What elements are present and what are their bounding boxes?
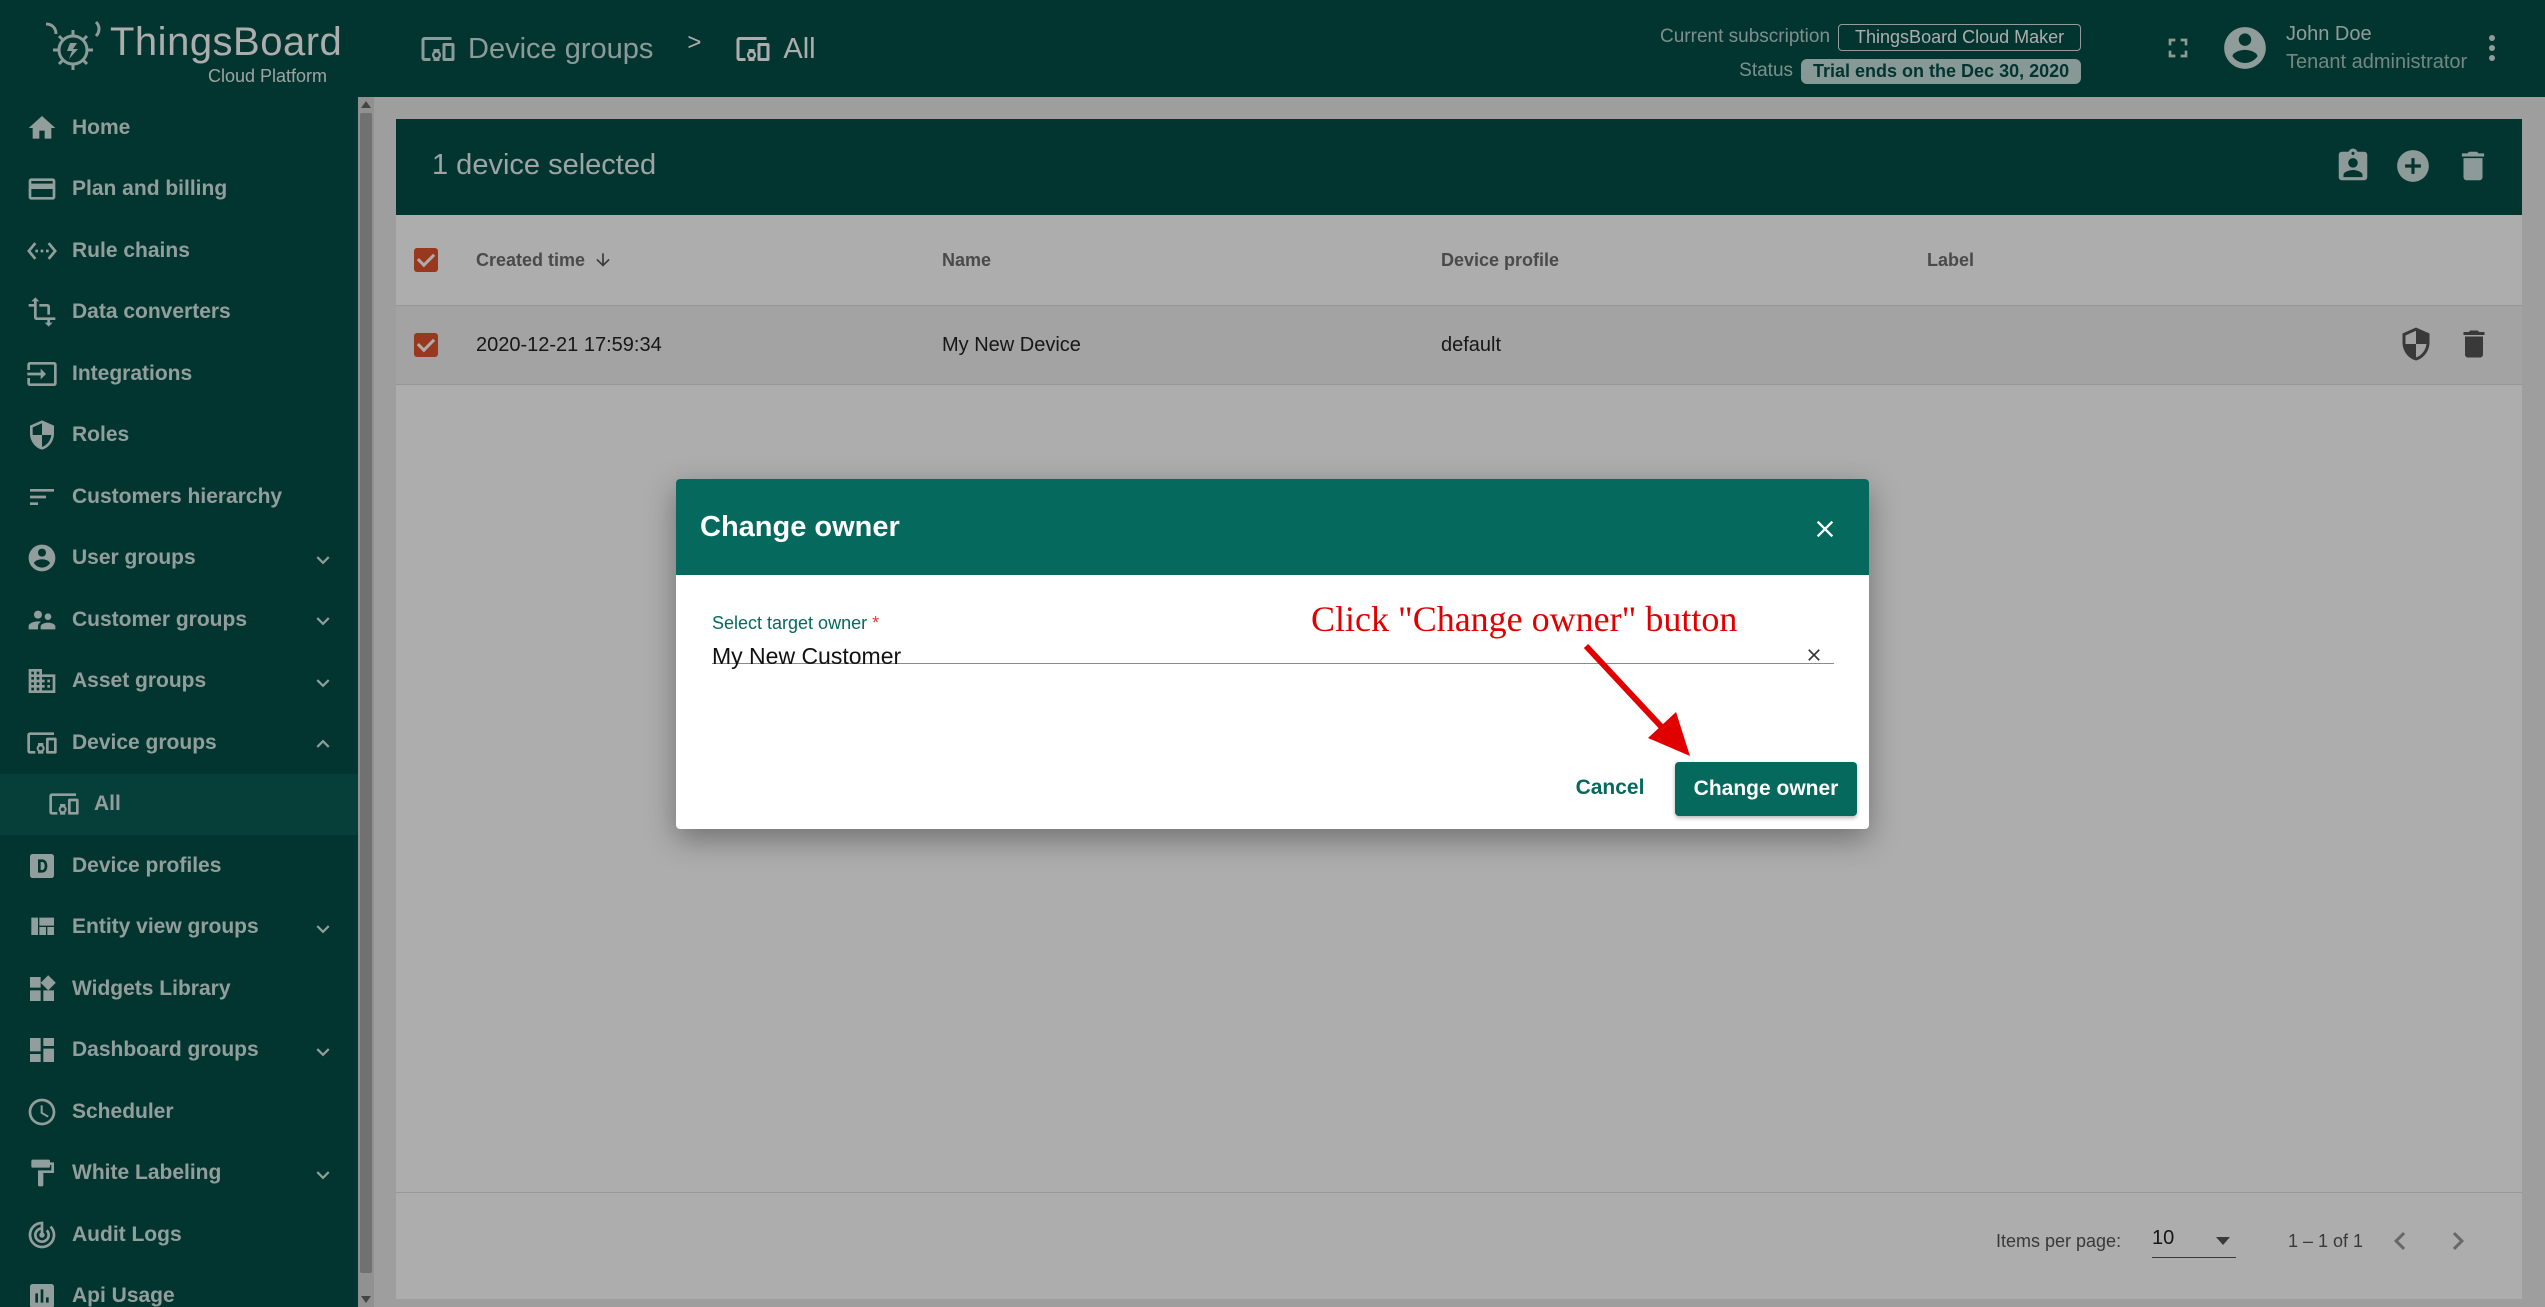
target-owner-label: Select target owner * <box>712 613 879 634</box>
clear-icon[interactable] <box>1804 645 1824 665</box>
dialog-title: Change owner <box>700 511 900 543</box>
required-mark: * <box>872 613 880 633</box>
tutorial-annotation: Click "Change owner" button <box>1311 599 1738 639</box>
annotation-arrow-icon <box>1583 643 1690 756</box>
close-icon[interactable] <box>1811 515 1839 543</box>
change-owner-button[interactable]: Change owner <box>1675 762 1857 816</box>
dialog-header: Change owner <box>676 479 1869 575</box>
cancel-button[interactable]: Cancel <box>1565 767 1655 809</box>
target-owner-label-text: Select target owner <box>712 613 868 633</box>
